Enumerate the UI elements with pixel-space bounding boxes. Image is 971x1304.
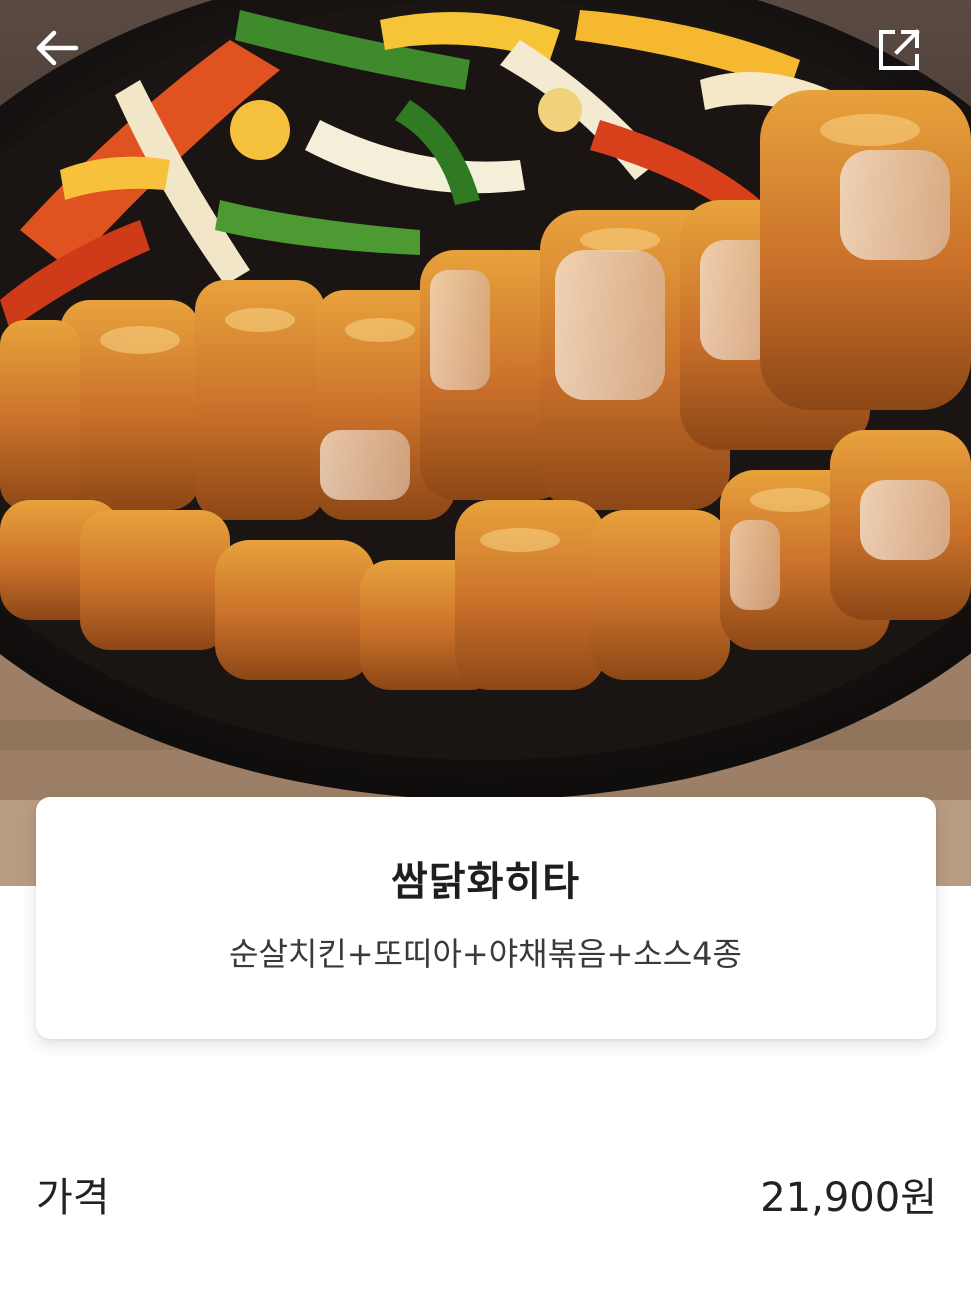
menu-info-card — [36, 797, 936, 1039]
price-label: 가격 — [36, 1175, 110, 1221]
menu-name: 쌈닭화히타 — [391, 859, 580, 905]
share-external-icon — [879, 29, 920, 70]
share-button[interactable] — [877, 28, 941, 84]
menu-detail-screen: 쌈닭화히타 순살치킨+또띠아+야채볶음+소스4종 가격 21,900원 — [0, 0, 971, 1304]
menu-photo — [0, 0, 971, 886]
food-illustration — [0, 0, 971, 886]
back-button[interactable] — [34, 28, 98, 84]
arrow-left-icon — [36, 30, 79, 66]
price-value: 21,900원 — [760, 1175, 937, 1221]
menu-description: 순살치킨+또띠아+야채볶음+소스4종 — [229, 935, 742, 973]
